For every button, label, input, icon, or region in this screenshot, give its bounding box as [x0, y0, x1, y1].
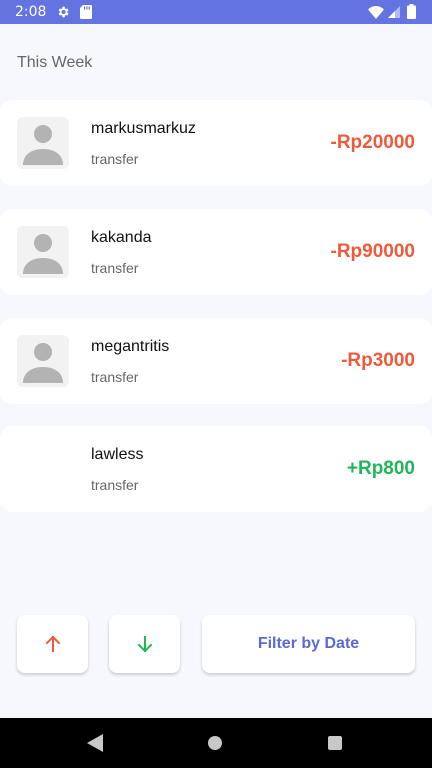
back-icon[interactable]: [87, 734, 103, 752]
transaction-card[interactable]: markusmarkuz transfer -Rp20000: [0, 100, 432, 186]
default-avatar-icon: [17, 335, 69, 387]
default-avatar-icon: [17, 117, 69, 169]
transaction-name: megantritis: [91, 338, 170, 355]
battery-icon: [407, 4, 416, 19]
sort-descending-button[interactable]: [109, 615, 180, 673]
arrow-up-icon: [45, 635, 60, 652]
transaction-type: transfer: [91, 260, 139, 276]
transaction-name: markusmarkuz: [91, 120, 196, 137]
status-time: 2:08: [15, 4, 47, 20]
transaction-card[interactable]: kakanda transfer -Rp90000: [0, 209, 432, 295]
wifi-icon: [368, 6, 384, 19]
transaction-amount: -Rp3000: [341, 350, 415, 371]
signal-icon: [388, 6, 400, 18]
transaction-type: transfer: [91, 369, 139, 385]
transaction-amount: +Rp800: [346, 458, 415, 479]
section-title: This Week: [17, 54, 93, 71]
transaction-card[interactable]: megantritis transfer -Rp3000: [0, 318, 432, 404]
default-avatar-icon: [17, 226, 69, 278]
transaction-name: kakanda: [91, 229, 152, 246]
transaction-type: transfer: [91, 151, 139, 167]
transaction-name: lawless: [91, 446, 144, 463]
transaction-type: transfer: [91, 477, 139, 493]
sd-card-icon: [80, 5, 92, 19]
transaction-amount: -Rp90000: [330, 241, 416, 262]
status-bar: 2:08: [0, 0, 432, 24]
recents-icon[interactable]: [328, 736, 342, 750]
transaction-card[interactable]: lawless transfer +Rp800: [0, 426, 432, 512]
filter-by-date-button[interactable]: Filter by Date: [202, 615, 415, 673]
arrow-down-icon: [137, 636, 152, 653]
home-icon[interactable]: [208, 736, 222, 750]
transaction-amount: -Rp20000: [330, 132, 416, 153]
filter-by-date-label: Filter by Date: [257, 635, 360, 652]
navigation-bar: [0, 718, 432, 768]
sort-ascending-button[interactable]: [17, 615, 88, 673]
gear-icon: [58, 6, 69, 18]
